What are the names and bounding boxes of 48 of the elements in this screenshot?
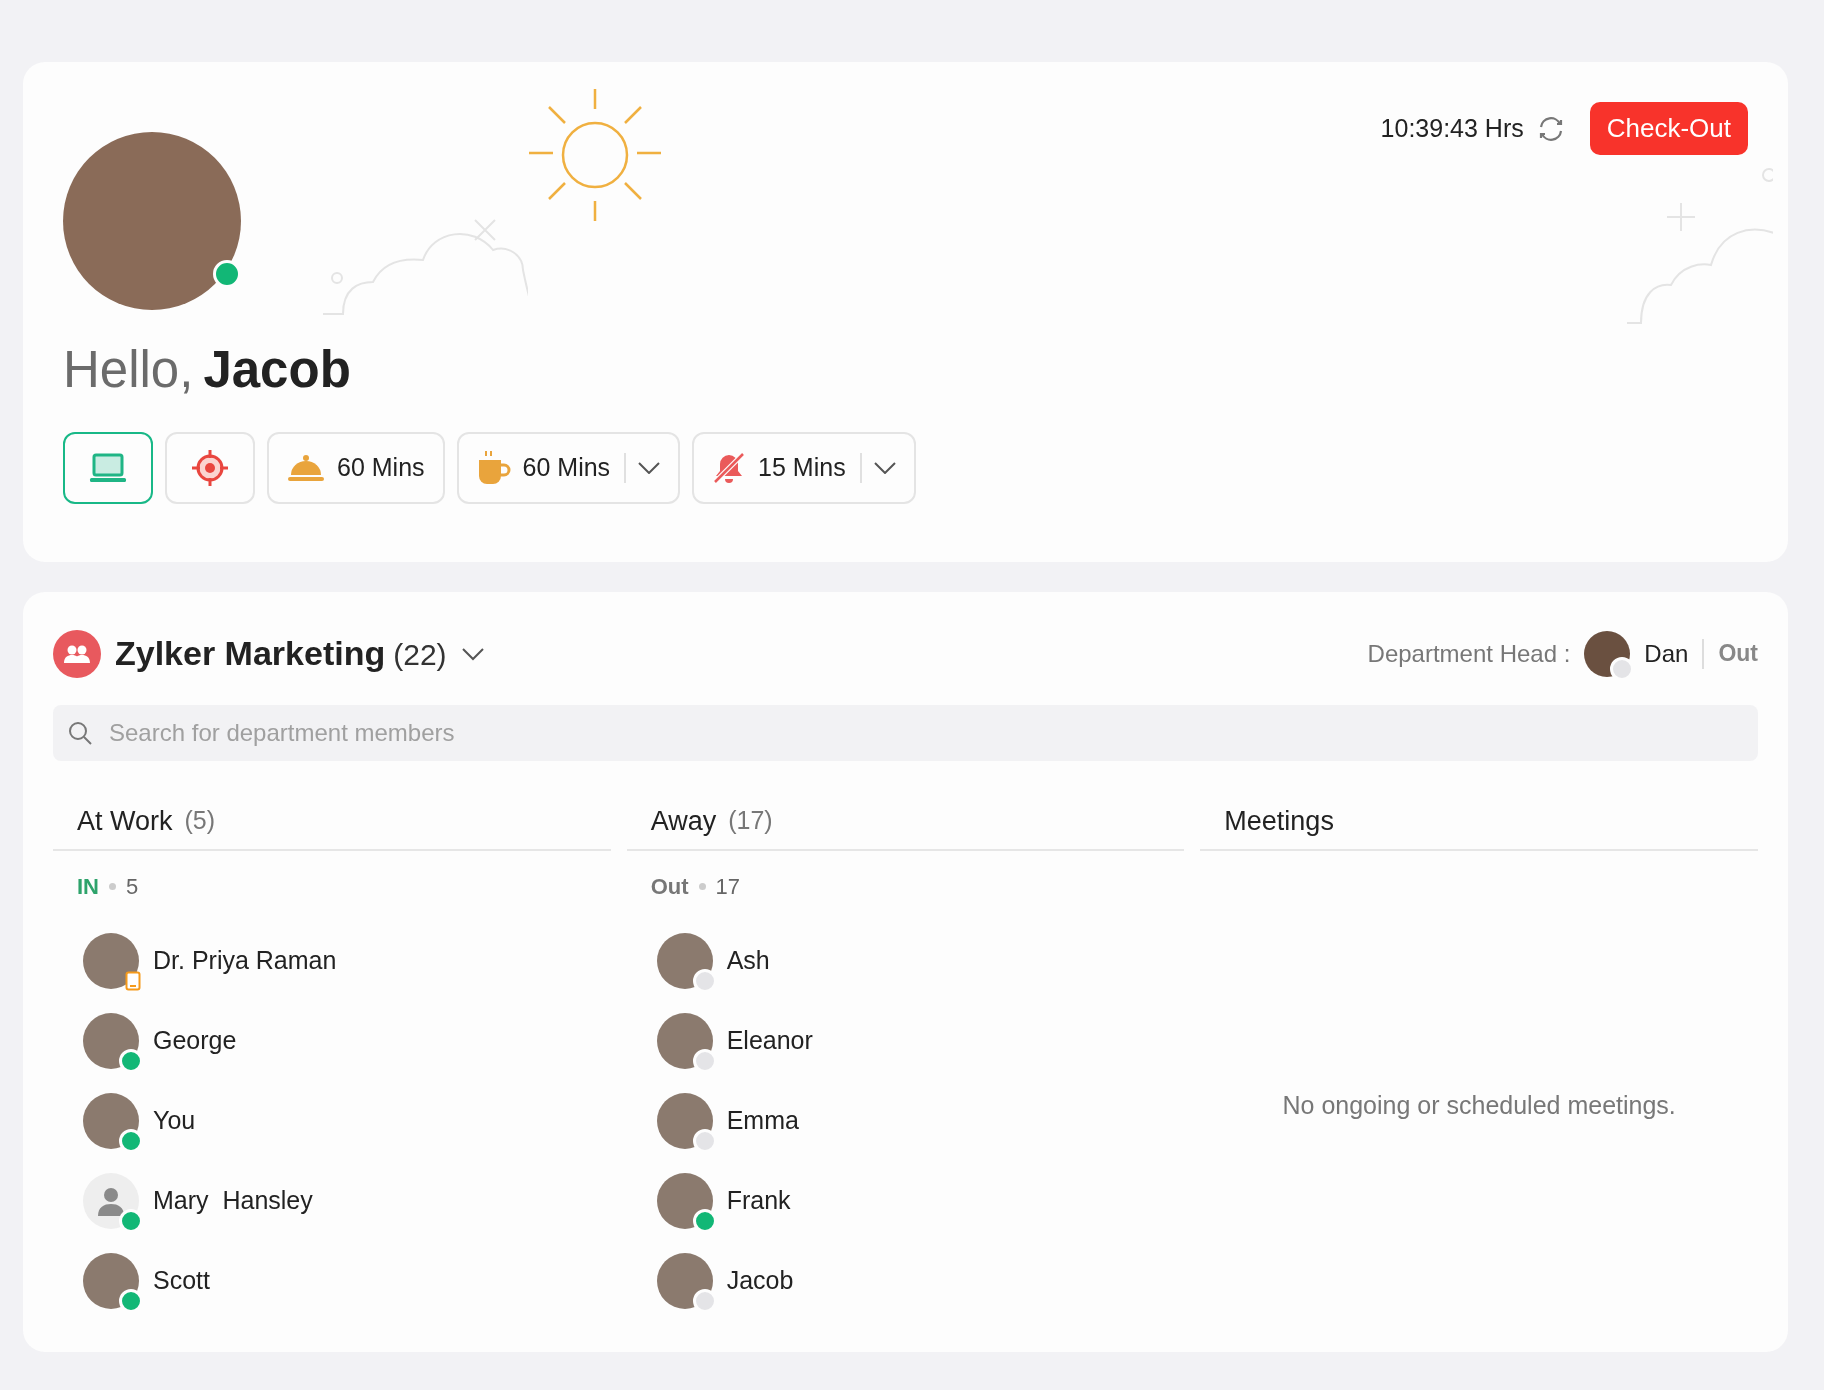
- elapsed-time: 10:39:43 Hrs: [1380, 112, 1524, 144]
- search-field[interactable]: Search for department members: [53, 705, 1758, 761]
- column-title[interactable]: At Work: [77, 800, 173, 842]
- target-icon: [190, 448, 230, 488]
- chevron-down-icon[interactable]: [638, 462, 661, 474]
- timer-button[interactable]: 15 Mins: [692, 432, 916, 504]
- member-name[interactable]: Eleanor: [726, 1022, 813, 1060]
- muted-bell-icon: [712, 451, 747, 485]
- member-name[interactable]: You: [153, 1102, 196, 1140]
- department-head-status: Out: [1718, 639, 1758, 669]
- member-name[interactable]: Mary Hansley: [153, 1182, 313, 1220]
- member-name[interactable]: Frank: [726, 1182, 791, 1220]
- member-count: (22): [393, 637, 447, 673]
- chevron-down-icon[interactable]: [460, 646, 485, 661]
- group-label: IN: [77, 872, 99, 901]
- department-head-label: Department Head :: [1367, 638, 1571, 669]
- duration-label: 15 Mins: [758, 452, 846, 484]
- group-count: 5: [126, 872, 139, 901]
- department-head-name: Dan: [1644, 638, 1689, 669]
- member-name[interactable]: Ash: [726, 942, 770, 980]
- laptop-icon: [89, 453, 127, 483]
- user-name: Jacob: [203, 340, 351, 400]
- check-out-button[interactable]: Check-Out: [1589, 102, 1748, 155]
- group-label: Out: [650, 872, 689, 901]
- member-name[interactable]: Dr. Priya Raman: [153, 942, 337, 980]
- duration-label: 60 Mins: [522, 452, 611, 484]
- member-name[interactable]: Jacob: [726, 1262, 794, 1300]
- duration-label: 60 Mins: [337, 452, 425, 484]
- timer-button[interactable]: 60 Mins: [456, 432, 681, 504]
- member-name[interactable]: Emma: [726, 1102, 799, 1140]
- team-icon: [53, 629, 101, 678]
- chevron-down-icon[interactable]: [873, 462, 896, 474]
- column-title[interactable]: Meetings: [1224, 800, 1334, 842]
- person-icon: [97, 1186, 125, 1216]
- coffee-cup-icon: [476, 450, 511, 486]
- greeting-text: Hello,: [63, 340, 194, 400]
- food-cloche-icon: [287, 453, 325, 483]
- member-name[interactable]: Scott: [153, 1262, 210, 1300]
- search-icon: [67, 720, 93, 746]
- mode-button[interactable]: [63, 432, 153, 504]
- group-count: 17: [715, 872, 741, 901]
- member-name[interactable]: George: [153, 1022, 237, 1060]
- column-count: (5): [184, 805, 216, 837]
- column-count: (17): [728, 805, 773, 837]
- empty-message: No ongoing or scheduled meetings.: [1282, 1090, 1676, 1122]
- timer-button[interactable]: 60 Mins: [267, 432, 445, 504]
- column-title[interactable]: Away: [650, 800, 717, 842]
- department-name: Zylker Marketing: [115, 633, 386, 674]
